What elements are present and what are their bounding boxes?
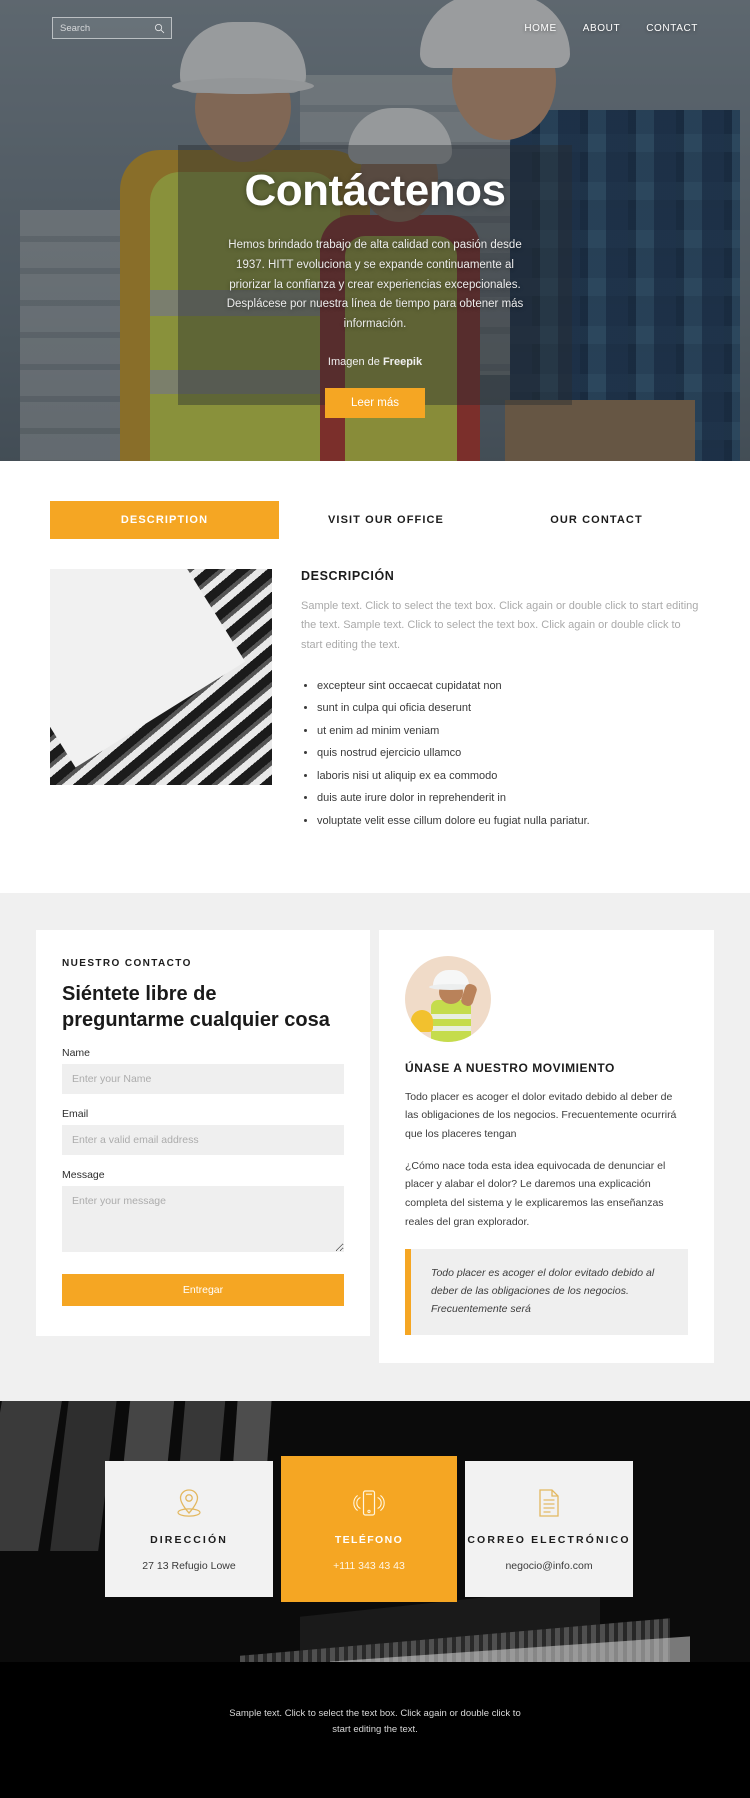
contact-form-card: NUESTRO CONTACTO Siéntete libre de pregu… xyxy=(36,929,370,1336)
contact-card-value: +111 343 43 43 xyxy=(333,1559,405,1572)
description-tabs-section: DESCRIPTION VISIT OUR OFFICE OUR CONTACT… xyxy=(0,461,750,893)
location-pin-icon xyxy=(175,1486,203,1520)
list-item: ut enim ad minim veniam xyxy=(317,720,700,743)
footer: Sample text. Click to select the text bo… xyxy=(0,1661,750,1798)
join-movement-heading: ÚNASE A NUESTRO MOVIMIENTO xyxy=(405,1060,615,1075)
hero-credit-prefix: Imagen de xyxy=(327,356,383,369)
page-root: Contáctenos Hemos brindado trabajo de al… xyxy=(0,0,750,1798)
list-item: duis aute irure dolor in reprehenderit i… xyxy=(317,787,700,810)
blockquote: Todo placer es acoger el dolor evitado d… xyxy=(405,1249,688,1335)
tabs-container: DESCRIPTION VISIT OUR OFFICE OUR CONTACT… xyxy=(50,501,700,833)
main-nav: HOME ABOUT CONTACT xyxy=(524,23,698,34)
list-item: quis nostrud ejercicio ullamco xyxy=(317,742,700,765)
architecture-photo xyxy=(50,569,272,785)
tab-visit-our-office[interactable]: VISIT OUR OFFICE xyxy=(279,501,493,539)
tab-panel-text: DESCRIPCIÓN Sample text. Click to select… xyxy=(301,569,700,833)
contact-form-section: NUESTRO CONTACTO Siéntete libre de pregu… xyxy=(0,892,750,1401)
name-field-label: Name xyxy=(62,1046,91,1059)
tab-our-contact[interactable]: OUR CONTACT xyxy=(493,501,700,539)
hero-image-credit: Imagen de Freepik xyxy=(0,356,750,368)
nav-item-contact[interactable]: CONTACT xyxy=(646,23,698,34)
list-item: laboris nisi ut aliquip ex ea commodo xyxy=(317,765,700,788)
blockquote-text: Todo placer es acoger el dolor evitado d… xyxy=(431,1267,655,1316)
form-title: Siéntete libre de preguntarme cualquier … xyxy=(62,982,330,1031)
hero-content: Contáctenos Hemos brindado trabajo de al… xyxy=(0,166,750,419)
message-textarea[interactable] xyxy=(62,1185,344,1252)
contact-card-email[interactable]: CORREO ELECTRÓNICO negocio@info.com xyxy=(465,1460,633,1597)
page-title: Contáctenos xyxy=(244,166,506,215)
nav-item-about[interactable]: ABOUT xyxy=(583,23,620,34)
footer-text: Sample text. Click to select the text bo… xyxy=(229,1707,521,1735)
tab-panel-heading: DESCRIPCIÓN xyxy=(301,569,395,583)
avatar xyxy=(405,955,491,1042)
contact-card-value: 27 13 Refugio Lowe xyxy=(142,1559,236,1572)
tab-description[interactable]: DESCRIPTION xyxy=(50,501,279,539)
avatar-vest-stripe-1 xyxy=(431,1013,471,1019)
avatar-held-yellow-helmet xyxy=(411,1009,433,1032)
hero-section: Contáctenos Hemos brindado trabajo de al… xyxy=(0,0,750,461)
nav-item-home[interactable]: HOME xyxy=(524,23,556,34)
mobile-phone-icon xyxy=(351,1486,387,1520)
top-navigation-bar: HOME ABOUT CONTACT xyxy=(0,0,750,56)
document-icon xyxy=(536,1486,562,1520)
contact-info-section: DIRECCIÓN 27 13 Refugio Lowe TELÉFONO +1… xyxy=(0,1400,750,1662)
tab-panel-paragraph: Sample text. Click to select the text bo… xyxy=(301,600,699,651)
list-item: sunt in culpa qui oficia deserunt xyxy=(317,697,700,720)
tab-panel-bullet-list: excepteur sint occaecat cupidatat non su… xyxy=(317,675,700,833)
join-movement-card: ÚNASE A NUESTRO MOVIMIENTO Todo placer e… xyxy=(379,929,714,1363)
tab-list: DESCRIPTION VISIT OUR OFFICE OUR CONTACT xyxy=(50,501,700,539)
contact-card-value: negocio@info.com xyxy=(505,1559,593,1572)
submit-button[interactable]: Entregar xyxy=(62,1273,344,1306)
contact-card-address[interactable]: DIRECCIÓN 27 13 Refugio Lowe xyxy=(105,1460,273,1597)
message-field-group: Message xyxy=(62,1169,344,1257)
contact-card-title: DIRECCIÓN xyxy=(150,1533,228,1546)
name-field-group: Name xyxy=(62,1047,344,1094)
email-field-label: Email xyxy=(62,1107,89,1120)
search-icon xyxy=(154,23,165,34)
list-item: voluptate velit esse cillum dolore eu fu… xyxy=(317,810,700,833)
contact-card-title: CORREO ELECTRÓNICO xyxy=(467,1533,631,1546)
avatar-vest xyxy=(431,999,471,1042)
tab-panel-description: DESCRIPCIÓN Sample text. Click to select… xyxy=(50,569,700,833)
read-more-button[interactable]: Leer más xyxy=(325,388,425,419)
search-box[interactable] xyxy=(52,17,172,39)
contact-cards-row: NUESTRO CONTACTO Siéntete libre de pregu… xyxy=(36,929,714,1363)
join-movement-paragraph-1: Todo placer es acoger el dolor evitado d… xyxy=(405,1090,677,1140)
hero-subtitle: Hemos brindado trabajo de alta calidad c… xyxy=(226,239,524,331)
form-eyebrow: NUESTRO CONTACTO xyxy=(62,957,192,969)
contact-card-phone[interactable]: TELÉFONO +111 343 43 43 xyxy=(281,1455,457,1602)
email-input[interactable] xyxy=(62,1124,344,1155)
join-movement-paragraph-2: ¿Cómo nace toda esta idea equivocada de … xyxy=(405,1159,666,1228)
name-input[interactable] xyxy=(62,1063,344,1094)
list-item: excepteur sint occaecat cupidatat non xyxy=(317,675,700,698)
avatar-vest-stripe-2 xyxy=(431,1025,471,1031)
message-field-label: Message xyxy=(62,1168,105,1181)
email-field-group: Email xyxy=(62,1108,344,1155)
contact-info-cards: DIRECCIÓN 27 13 Refugio Lowe TELÉFONO +1… xyxy=(105,1455,645,1602)
contact-card-title: TELÉFONO xyxy=(334,1533,404,1546)
hero-credit-source: Freepik xyxy=(382,356,423,369)
